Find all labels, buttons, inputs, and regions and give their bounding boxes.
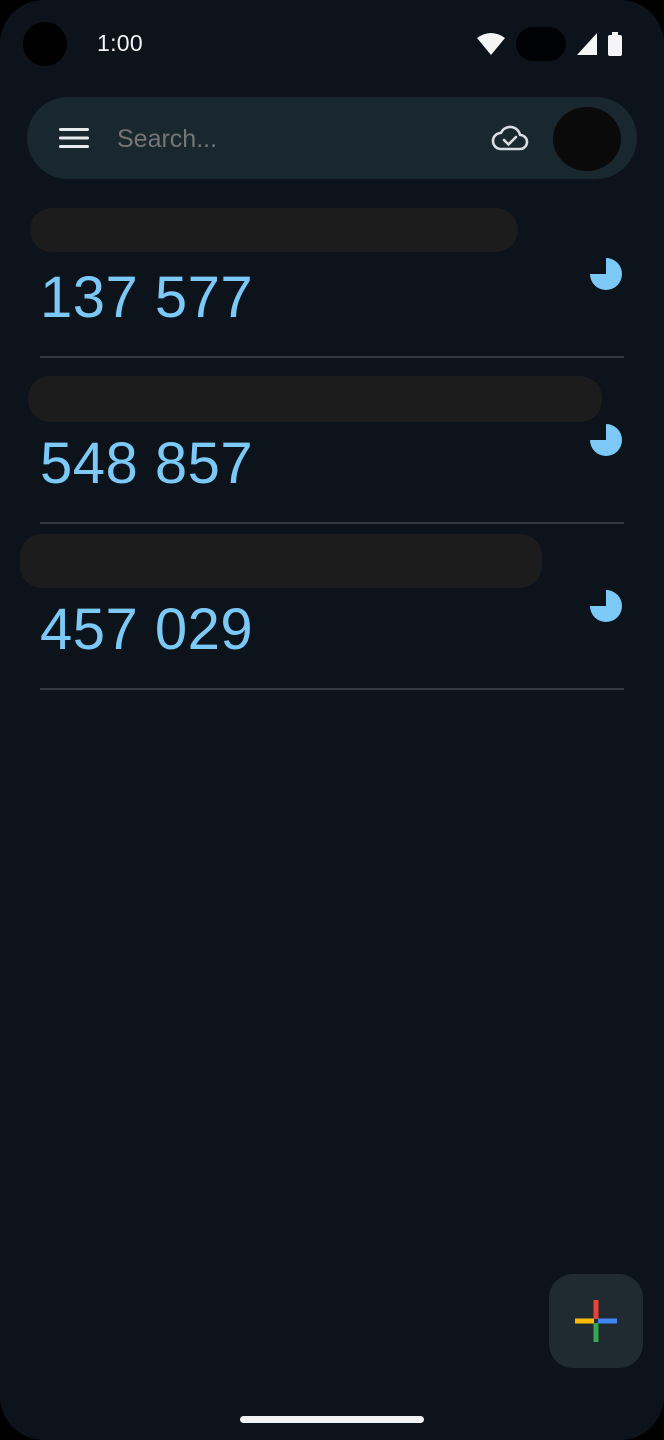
home-indicator[interactable] (240, 1416, 424, 1423)
cellular-signal-icon (577, 33, 597, 55)
search-bar[interactable] (27, 97, 637, 179)
timer-pie-icon (590, 258, 622, 290)
otp-code[interactable]: 137 577 (40, 264, 253, 331)
redacted-status-area (516, 27, 566, 61)
status-time: 1:00 (97, 30, 143, 56)
timer-pie-icon (590, 424, 622, 456)
status-icons (476, 27, 622, 61)
otp-code[interactable]: 548 857 (40, 430, 253, 497)
timer-pie-icon (590, 590, 622, 622)
otp-code[interactable]: 457 029 (40, 596, 253, 663)
account-avatar[interactable] (553, 107, 621, 171)
camera-cutout (23, 22, 67, 66)
list-divider (40, 356, 624, 358)
add-account-button[interactable] (549, 1274, 643, 1368)
redacted-account-name (20, 534, 542, 588)
battery-icon (608, 32, 622, 56)
cloud-check-icon[interactable] (491, 121, 529, 155)
hamburger-menu-icon[interactable] (57, 123, 91, 153)
redacted-account-name (30, 208, 518, 252)
google-plus-icon (575, 1300, 617, 1342)
list-divider (40, 688, 624, 690)
wifi-icon (477, 33, 505, 55)
phone-screen: 1:00 137 577 (0, 0, 664, 1440)
search-input[interactable] (115, 119, 459, 159)
redacted-account-name (28, 376, 602, 422)
list-divider (40, 522, 624, 524)
